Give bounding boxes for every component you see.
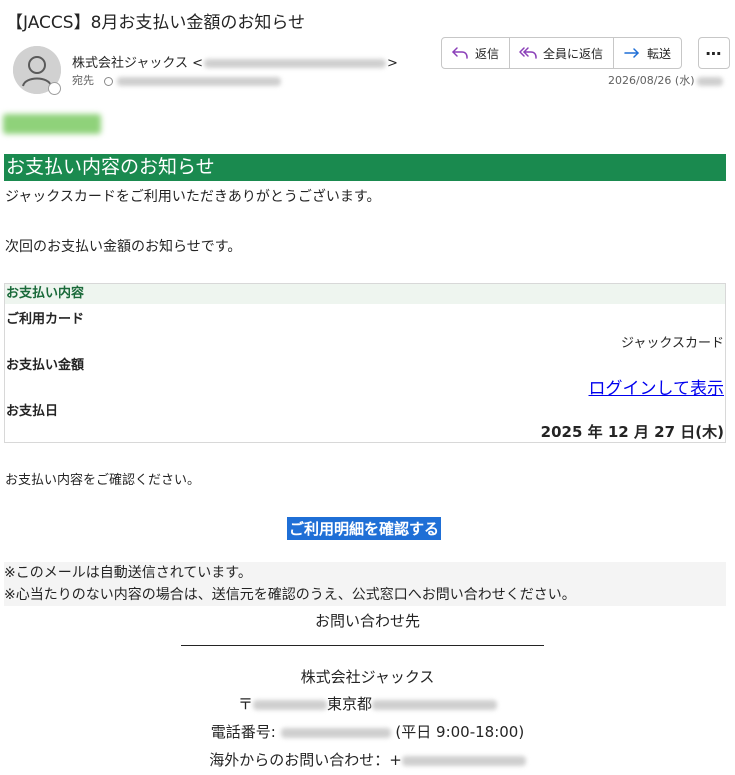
pay-date-value: 2025 年 12 月 27 日(木) xyxy=(540,423,724,441)
sender-close: > xyxy=(387,56,398,71)
confirm-text: お支払い内容をご確認ください。 xyxy=(5,473,201,488)
greeting-text: ジャックスカードをご利用いただきありがとうございます。 xyxy=(5,189,381,205)
redacted-phone xyxy=(280,727,391,738)
message-actions: 返信 全員に返信 転送 xyxy=(441,37,683,69)
recipient-presence-icon xyxy=(104,76,113,86)
reply-all-button[interactable]: 全員に返信 xyxy=(510,38,615,68)
redacted-time xyxy=(697,76,724,86)
email-subject: 【JACCS】8月お支払い金額のお知らせ xyxy=(6,13,306,33)
presence-status-icon xyxy=(48,82,61,95)
notice-line-2: ※心当たりのない内容の場合は、送信元を確認のうえ、公式窓口へお問い合わせください… xyxy=(4,587,576,603)
contact-title: お問い合わせ先 xyxy=(314,612,420,630)
more-options-button[interactable]: ⋯ xyxy=(698,37,730,69)
intro-text: 次回のお支払い金額のお知らせです。 xyxy=(5,239,242,255)
company-name: 株式会社ジャックス xyxy=(300,668,435,686)
overseas-label: 海外からのお問い合わせ：+ xyxy=(209,751,402,769)
redacted-address xyxy=(372,699,498,710)
more-horizontal-icon: ⋯ xyxy=(705,43,723,63)
forward-arrow-icon xyxy=(624,48,639,58)
postal-mark: 〒 xyxy=(237,695,253,713)
overseas-line: 海外からのお問い合わせ：+ xyxy=(0,749,735,770)
footer-divider xyxy=(181,645,544,646)
info-header: お支払い内容 xyxy=(5,284,725,304)
date-text: 2026/08/26 (水) xyxy=(608,74,695,87)
reply-arrow-icon xyxy=(452,47,468,59)
forward-label: 転送 xyxy=(647,46,672,61)
amount-value: ログインして表示 xyxy=(589,374,725,399)
reply-all-arrow-icon xyxy=(519,47,537,59)
card-label: ご利用カード xyxy=(6,312,85,327)
phone-hours: (平日 9:00-18:00) xyxy=(395,723,525,741)
redacted-postal-code xyxy=(253,699,327,710)
redacted-recipient-address[interactable] xyxy=(117,76,281,86)
address-line: 〒 東京都 xyxy=(0,693,735,714)
redacted-sender-address xyxy=(204,59,386,68)
phone-label: 電話番号: xyxy=(210,723,276,741)
reply-button[interactable]: 返信 xyxy=(442,38,511,68)
notice-box: ※このメールは自動送信されています。 ※心当たりのない内容の場合は、送信元を確認… xyxy=(4,562,726,606)
notice-line-1: ※このメールは自動送信されています。 xyxy=(4,565,252,581)
card-value: ジャックスカード xyxy=(621,336,724,351)
reply-label: 返信 xyxy=(475,46,500,61)
recipient-line: 宛先 xyxy=(72,72,281,88)
to-label: 宛先 xyxy=(72,74,94,87)
login-to-view-link[interactable]: ログインして表示 xyxy=(589,379,725,399)
address-prefix: 東京都 xyxy=(327,695,373,713)
sender-line[interactable]: 株式会社ジャックス < > xyxy=(72,52,398,71)
sender-name: 株式会社ジャックス < xyxy=(72,56,203,71)
pay-date-label: お支払日 xyxy=(6,404,59,419)
redacted-logo xyxy=(3,114,101,134)
forward-button[interactable]: 転送 xyxy=(614,38,681,68)
redacted-overseas-phone xyxy=(401,755,526,766)
view-statement-button[interactable]: ご利用明細を確認する xyxy=(287,517,442,540)
payment-info-box: お支払い内容 ご利用カード ジャックスカード お支払い金額 ログインして表示 お… xyxy=(4,283,726,443)
reply-all-label: 全員に返信 xyxy=(543,46,604,61)
amount-label: お支払い金額 xyxy=(6,358,85,373)
section-banner: お支払い内容のお知らせ xyxy=(4,154,726,181)
phone-line: 電話番号: (平日 9:00-18:00) xyxy=(0,721,735,742)
received-date: 2026/08/26 (水) xyxy=(608,72,724,88)
